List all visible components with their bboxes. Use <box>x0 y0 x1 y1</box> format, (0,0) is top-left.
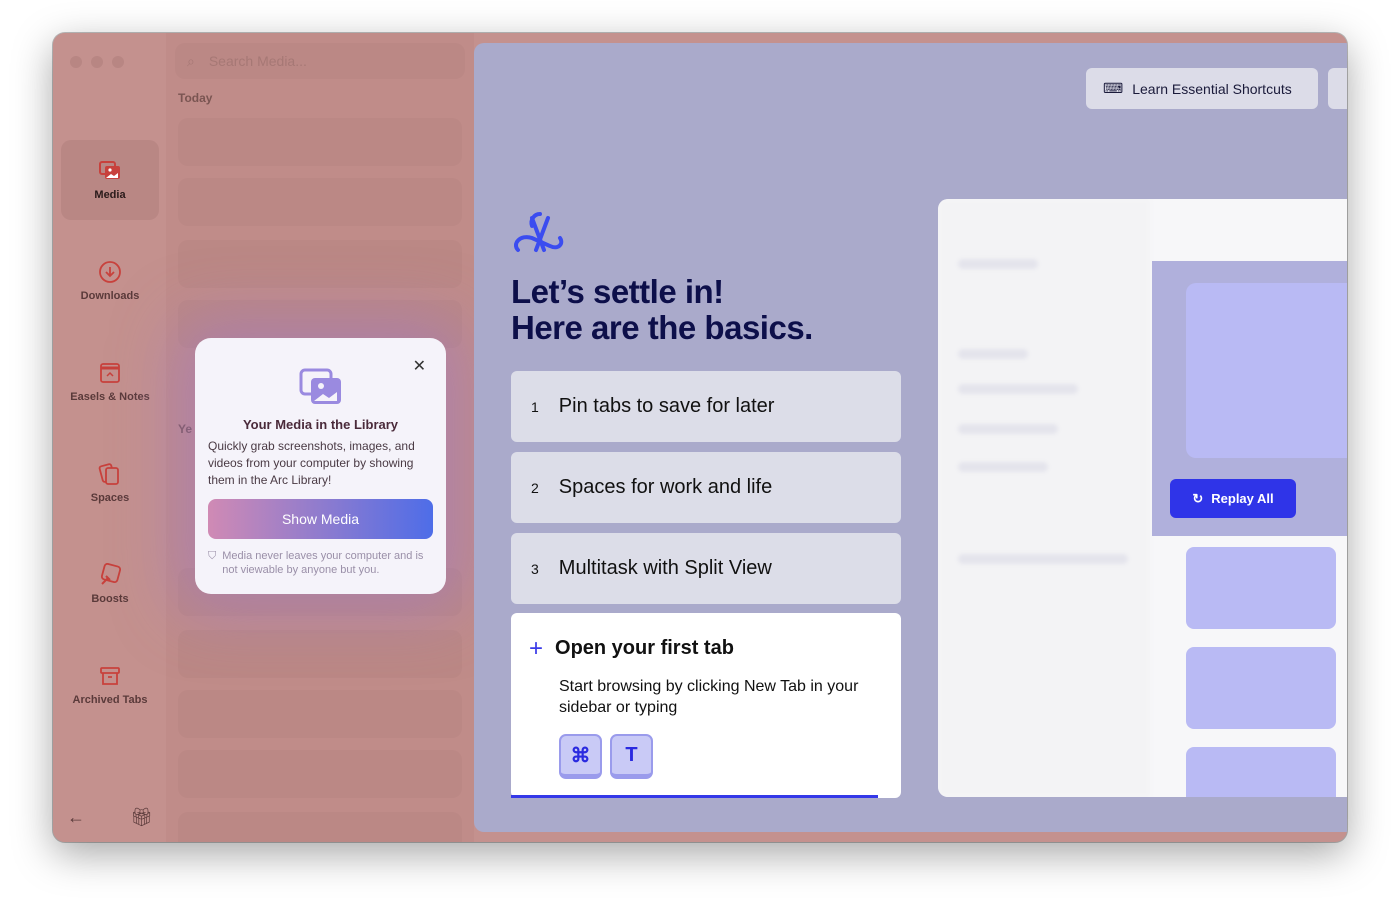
plus-icon: + <box>529 634 544 662</box>
media-item-placeholder[interactable] <box>178 690 462 738</box>
sidebar-item-spaces[interactable]: Spaces <box>61 443 159 523</box>
media-item-placeholder[interactable] <box>178 630 462 678</box>
sidebar-item-label: Archived Tabs <box>72 694 148 706</box>
close-window-button[interactable] <box>70 56 82 68</box>
archive-icon <box>100 667 120 685</box>
window-controls <box>70 56 124 68</box>
zoom-window-button[interactable] <box>112 56 124 68</box>
replay-icon: ↻ <box>1192 490 1204 506</box>
media-item-placeholder[interactable] <box>178 118 462 166</box>
arc-logo-icon <box>513 212 564 252</box>
media-item-placeholder[interactable] <box>178 750 462 798</box>
command-key: ⌘ <box>559 734 602 779</box>
sidebar-item-label: Spaces <box>90 492 130 504</box>
minimize-window-button[interactable] <box>91 56 103 68</box>
onboarding-panel: ⌨ Learn Essential Shortcuts Let’s settle … <box>474 43 1347 832</box>
sidebar-item-label: Downloads <box>80 290 140 302</box>
section-today-label: Today <box>178 91 213 105</box>
step-split-view[interactable]: 3 Multitask with Split View <box>511 533 901 604</box>
keyboard-icon: ⌨ <box>1103 80 1124 96</box>
media-icon <box>99 161 120 179</box>
popup-title: Your Media in the Library <box>242 417 399 432</box>
page-title: Let’s settle in! Here are the basics. <box>511 273 813 346</box>
sidebar-item-archived-tabs[interactable]: Archived Tabs <box>61 645 159 725</box>
shield-icon: ⛉ <box>208 550 217 562</box>
replay-all-button[interactable]: ↻ Replay All <box>1170 479 1296 518</box>
video-preview: ↻ Replay All <box>938 199 1347 797</box>
step-spaces[interactable]: 2 Spaces for work and life <box>511 452 901 523</box>
media-library-popup: ✕ Your Media in the Library Quickly grab… <box>195 338 446 594</box>
media-item-placeholder[interactable] <box>178 812 462 842</box>
sidebar-item-label: Easels & Notes <box>70 391 150 403</box>
step-open-first-tab[interactable]: + Open your first tab Start browsing by c… <box>511 613 901 798</box>
sidebar-item-boosts[interactable]: Boosts <box>61 544 159 624</box>
easel-icon <box>100 363 120 383</box>
media-item-placeholder[interactable] <box>178 240 462 288</box>
sidebar-item-media[interactable]: Media <box>61 140 159 220</box>
sidebar-item-easels-notes[interactable]: Easels & Notes <box>61 342 159 422</box>
close-icon[interactable]: ✕ <box>413 356 426 376</box>
search-media-input[interactable]: ⌕ Search Media... <box>175 43 465 79</box>
show-media-button[interactable]: Show Media <box>208 499 433 539</box>
spaces-icon <box>98 463 119 485</box>
gift-icon[interactable]: 🎁︎ <box>130 807 153 828</box>
privacy-note: Media never leaves your computer and is … <box>222 550 424 576</box>
t-key: T <box>610 734 653 779</box>
learn-shortcuts-button[interactable]: ⌨ Learn Essential Shortcuts <box>1086 68 1318 109</box>
search-icon: ⌕ <box>187 52 195 69</box>
media-icon <box>299 368 341 404</box>
media-item-placeholder[interactable] <box>178 178 462 226</box>
secondary-button[interactable] <box>1328 68 1347 109</box>
step-progress-bar <box>511 795 878 798</box>
arc-library-window: Media Downloads Easels & Notes Spaces Bo… <box>53 33 1347 842</box>
section-yesterday-label: Ye <box>178 422 193 436</box>
back-arrow-icon[interactable]: ← <box>67 807 85 828</box>
download-icon <box>99 261 121 283</box>
step-pin-tabs[interactable]: 1 Pin tabs to save for later <box>511 371 901 442</box>
popup-body: Quickly grab screenshots, images, and vi… <box>208 439 415 487</box>
sidebar-item-label: Boosts <box>91 593 129 605</box>
sidebar-item-label: Media <box>94 189 126 201</box>
library-sidebar: Media Downloads Easels & Notes Spaces Bo… <box>53 33 166 842</box>
sidebar-item-downloads[interactable]: Downloads <box>61 241 159 321</box>
boosts-icon <box>100 563 122 585</box>
